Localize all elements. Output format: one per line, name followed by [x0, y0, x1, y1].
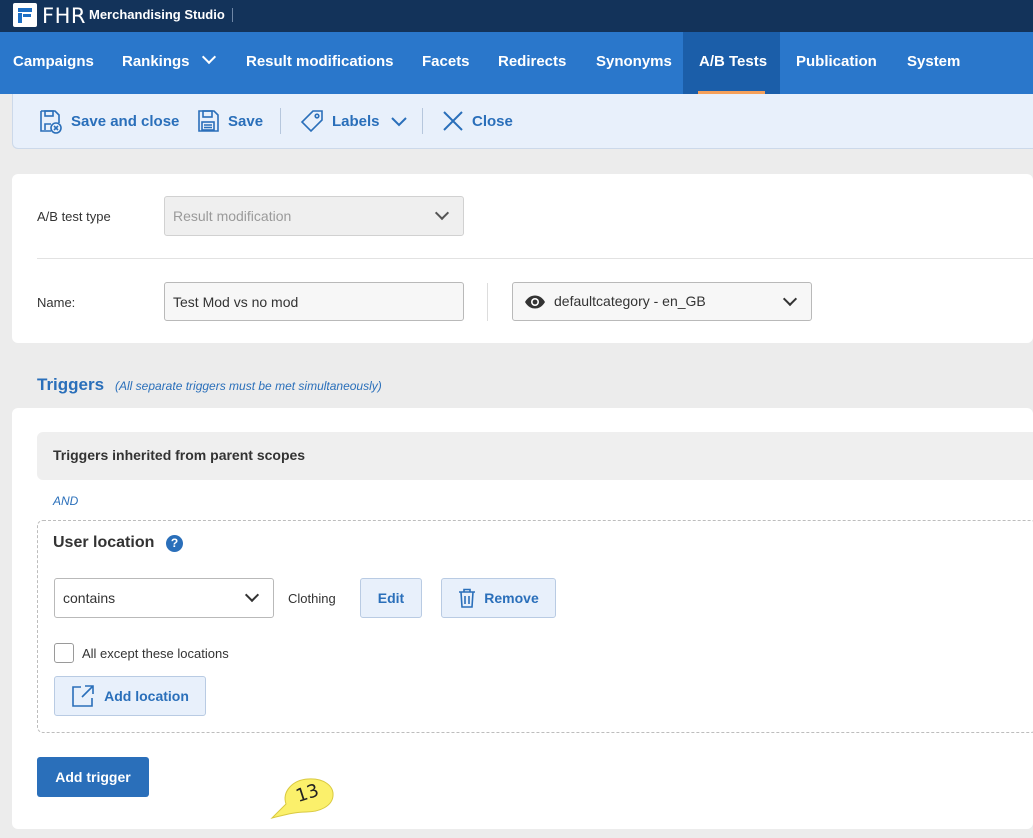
- chevron-down-icon: [434, 205, 450, 221]
- triggers-note: (All separate triggers must be met simul…: [115, 379, 382, 393]
- labels-dropdown-button[interactable]: Labels: [300, 107, 416, 135]
- nav-item-publication[interactable]: Publication: [796, 32, 877, 94]
- toolbar-divider: [280, 108, 281, 134]
- add-trigger-button[interactable]: Add trigger: [37, 757, 149, 797]
- name-input[interactable]: Test Mod vs no mod: [164, 282, 464, 321]
- edit-button[interactable]: Edit: [360, 578, 422, 618]
- remove-button[interactable]: Remove: [441, 578, 556, 618]
- scope-select[interactable]: defaultcategory - en_GB: [512, 282, 812, 321]
- nav-item-rankings[interactable]: Rankings: [122, 32, 216, 94]
- ab-test-type-label: A/B test type: [37, 209, 111, 224]
- save-button[interactable]: Save: [196, 107, 263, 135]
- external-link-icon: [72, 685, 94, 707]
- trash-icon: [459, 588, 476, 608]
- nav-item-result-modifications[interactable]: Result modifications: [246, 32, 394, 94]
- save-close-icon: [40, 109, 62, 134]
- eye-icon: [525, 295, 545, 309]
- name-label: Name:: [37, 295, 76, 310]
- nav-item-campaigns[interactable]: Campaigns: [13, 32, 94, 94]
- action-toolbar: Save and close Save Labels Close: [12, 94, 1033, 149]
- inherited-triggers-panel[interactable]: Triggers inherited from parent scopes: [37, 432, 1033, 480]
- tag-icon: [300, 110, 323, 133]
- field-divider: [487, 283, 488, 321]
- brand-divider: [232, 8, 233, 22]
- chevron-down-icon: [782, 291, 798, 307]
- save-and-close-button[interactable]: Save and close: [38, 107, 179, 135]
- and-label: AND: [53, 494, 79, 508]
- except-locations-checkbox[interactable]: [54, 643, 74, 663]
- section-divider: [37, 258, 1033, 259]
- save-icon: [198, 110, 219, 132]
- nav-item-system[interactable]: System: [907, 32, 960, 94]
- condition-select[interactable]: contains: [54, 578, 274, 618]
- chevron-down-icon: [390, 117, 407, 127]
- trigger-title: User location: [53, 534, 155, 551]
- close-icon: [443, 111, 463, 131]
- brand-bar: FHR Merchandising Studio: [0, 0, 1033, 32]
- ab-test-type-select: Result modification: [164, 196, 464, 236]
- nav-item-ab-tests[interactable]: A/B Tests: [683, 32, 780, 94]
- help-icon[interactable]: ?: [166, 535, 183, 552]
- nav-item-redirects[interactable]: Redirects: [498, 32, 566, 94]
- main-nav: Campaigns Rankings Result modifications …: [0, 32, 1033, 94]
- close-button[interactable]: Close: [442, 107, 513, 135]
- toolbar-divider: [422, 108, 423, 134]
- except-locations-label: All except these locations: [82, 646, 229, 661]
- fhr-logo-icon: [13, 3, 37, 27]
- nav-item-facets[interactable]: Facets: [422, 32, 470, 94]
- brand-logo-text: FHR: [42, 4, 86, 28]
- chevron-down-icon: [201, 49, 216, 65]
- location-value: Clothing: [288, 591, 336, 606]
- triggers-title: Triggers: [37, 375, 105, 394]
- product-name: Merchandising Studio: [89, 7, 225, 22]
- add-location-button[interactable]: Add location: [54, 676, 206, 716]
- chevron-down-icon: [244, 587, 260, 603]
- nav-item-synonyms[interactable]: Synonyms: [596, 32, 672, 94]
